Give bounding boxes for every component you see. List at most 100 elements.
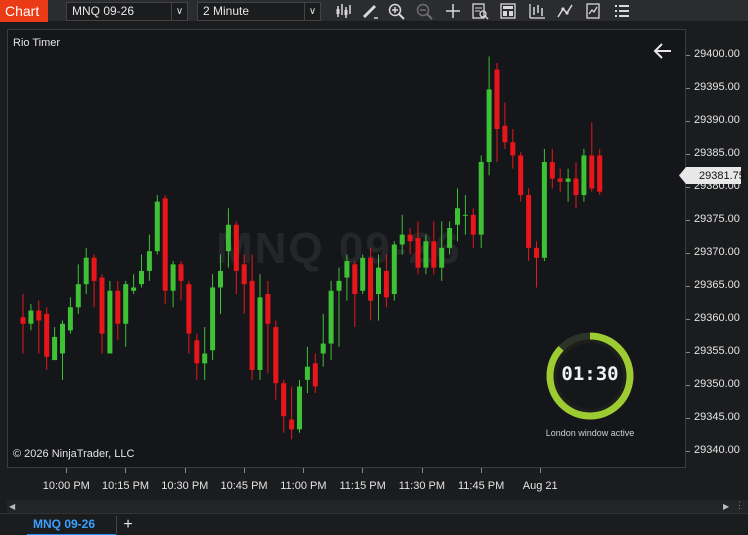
horizontal-scrollbar[interactable]: ◀ ▶ ⋮: [7, 500, 748, 513]
scroll-left-icon[interactable]: ◀: [9, 502, 15, 511]
list-icon[interactable]: [612, 2, 632, 20]
price-tick-mark: [686, 418, 690, 420]
candle-body: [344, 261, 350, 278]
candle: [376, 254, 381, 321]
candle: [589, 122, 595, 192]
candle: [470, 208, 476, 248]
candle: [83, 247, 89, 295]
crosshair-icon[interactable]: [443, 2, 463, 20]
add-tab-button[interactable]: +: [121, 514, 135, 535]
time-tick-label: 11:30 PM: [398, 480, 446, 492]
candle-body: [534, 247, 539, 258]
candle: [281, 379, 287, 433]
candle-body: [194, 340, 200, 364]
candle-body: [241, 264, 247, 285]
candle-body: [510, 142, 516, 156]
price-tick-label: 29340.00: [694, 444, 740, 457]
candle-body: [178, 264, 184, 281]
candle: [273, 320, 279, 400]
candle: [297, 379, 302, 433]
candle-body: [154, 201, 160, 252]
candle-body: [20, 317, 26, 324]
timer-value: 01:30: [561, 363, 619, 385]
time-tick-label: 11:15 PM: [339, 480, 386, 492]
candle: [344, 254, 350, 301]
tab-instrument[interactable]: MNQ 09-26: [27, 514, 116, 535]
candle: [565, 168, 571, 202]
candle-body: [336, 280, 342, 291]
candle-body: [486, 89, 492, 163]
time-tick-label: 10:45 PM: [220, 480, 268, 492]
candle-body: [107, 290, 113, 354]
time-tick-label: 10:00 PM: [42, 480, 90, 492]
candle: [312, 353, 318, 394]
candle: [186, 280, 192, 354]
time-tick-label: 10:30 PM: [161, 480, 209, 492]
candle: [557, 168, 563, 192]
price-tick-mark: [686, 55, 690, 57]
price-tick-mark: [686, 451, 690, 453]
candle: [44, 307, 50, 370]
candle-body: [391, 244, 397, 295]
candle: [28, 303, 34, 331]
drawing-tool-icon[interactable]: [360, 2, 380, 20]
candle: [368, 247, 374, 321]
candle: [162, 195, 168, 304]
properties-icon[interactable]: [583, 2, 603, 20]
candle-body: [383, 270, 389, 298]
price-tick-label: 29375.00: [694, 213, 740, 226]
candle: [447, 221, 453, 255]
candle: [139, 254, 144, 288]
price-tick-mark: [686, 319, 690, 321]
candle: [518, 152, 524, 202]
interval-selector[interactable]: 2 Minute ∨: [197, 2, 321, 21]
candle-body: [225, 224, 231, 252]
instrument-selector[interactable]: MNQ 09-26 ∨: [66, 2, 188, 21]
time-tick-label: 11:00 PM: [280, 480, 327, 492]
chevron-down-icon[interactable]: ∨: [171, 3, 187, 20]
candle-body: [131, 287, 137, 291]
data-box-icon[interactable]: [470, 2, 490, 20]
zoom-out-icon[interactable]: [415, 2, 435, 20]
resize-grip-icon[interactable]: ⋮: [735, 500, 744, 511]
candle-body: [328, 290, 334, 344]
candle: [36, 300, 42, 354]
back-arrow-icon[interactable]: [652, 40, 674, 62]
candle: [581, 148, 587, 202]
candle: [478, 155, 484, 248]
price-tick-mark: [686, 253, 690, 255]
candle-body: [83, 257, 89, 285]
price-tick-label: 29380.00: [694, 180, 740, 193]
chart-menu-button[interactable]: Chart: [0, 0, 48, 22]
candle: [455, 188, 460, 242]
candle-body: [399, 234, 405, 245]
strategies-icon[interactable]: [527, 2, 547, 20]
chevron-down-icon[interactable]: ∨: [304, 3, 320, 20]
candle: [99, 274, 105, 354]
indicators-icon[interactable]: [555, 2, 575, 20]
candle-body: [518, 155, 524, 196]
candle-body: [360, 257, 366, 291]
bar-type-icon[interactable]: [333, 2, 353, 20]
chart-trader-icon[interactable]: [498, 2, 518, 20]
candle: [510, 129, 516, 169]
price-tick-label: 29400.00: [694, 48, 740, 61]
chart-panel[interactable]: MNQ 09-26 Rio Timer © 2026 NinjaTrader, …: [7, 29, 686, 468]
candle: [534, 241, 539, 288]
time-tick-mark: [184, 468, 186, 473]
candle: [20, 294, 26, 354]
time-tick-label: 10:15 PM: [101, 480, 150, 492]
candle: [170, 261, 176, 308]
zoom-in-icon[interactable]: [387, 2, 407, 20]
candle-body: [249, 280, 255, 370]
price-axis[interactable]: 29381.75 29400.00 29395.00 29390.00 29385.0…: [679, 29, 748, 468]
candle-body: [304, 366, 310, 380]
candle-body: [573, 178, 579, 196]
scroll-right-icon[interactable]: ▶: [723, 502, 729, 511]
candle-body: [233, 224, 239, 271]
candle-body: [123, 284, 129, 324]
indicator-label: Rio Timer: [13, 37, 61, 49]
time-axis[interactable]: 10:00 PM 10:15 PM 10:30 PM 10:45 PM 11:00 PM…: [7, 468, 686, 498]
candle-body: [99, 277, 105, 334]
candle: [210, 274, 216, 361]
